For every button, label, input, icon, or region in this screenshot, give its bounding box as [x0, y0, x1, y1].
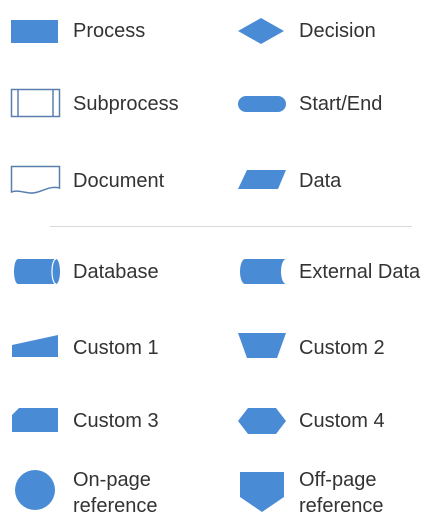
custom-2-icon: [238, 333, 286, 358]
custom-1-icon: [12, 335, 58, 357]
shape-label: Custom 4: [299, 410, 385, 432]
shape-label: On-page reference: [73, 467, 158, 519]
off-page-reference-icon: [240, 472, 284, 512]
shape-label: Off-page reference: [299, 467, 384, 519]
custom-3-icon: [12, 408, 58, 432]
shape-label-line-1: On-page reference: [73, 469, 158, 517]
shape-on-page-reference[interactable]: On-page reference: [10, 466, 200, 520]
shape-label: Database: [73, 261, 159, 283]
shape-label: Process: [73, 20, 146, 42]
shape-label: Document: [73, 170, 165, 192]
shape-start-end[interactable]: Start/End: [236, 87, 426, 121]
shape-decision[interactable]: Decision: [236, 14, 426, 48]
shape-label: Custom 3: [73, 410, 159, 432]
subprocess-icon: [10, 88, 61, 118]
shape-data[interactable]: Data: [236, 163, 426, 201]
document-icon: [10, 165, 61, 194]
shape-custom-1[interactable]: Custom 1: [10, 331, 200, 365]
decision-icon: [238, 18, 284, 44]
shape-label-line-1: Off-page reference: [299, 469, 384, 517]
shape-custom-3[interactable]: Custom 3: [10, 404, 200, 438]
shape-label: Start/End: [299, 93, 383, 115]
process-icon: [11, 20, 58, 43]
shape-subprocess[interactable]: Subprocess: [10, 87, 200, 121]
database-icon: [14, 258, 60, 285]
shape-label: Data: [299, 170, 342, 192]
shape-label: Custom 1: [73, 337, 159, 359]
external-data-icon: [240, 259, 286, 284]
shape-external-data[interactable]: External Data: [236, 255, 436, 289]
shape-label: External Data: [299, 261, 421, 283]
shape-label: Subprocess: [73, 93, 179, 115]
data-icon: [238, 170, 286, 189]
shape-label: Custom 2: [299, 337, 385, 359]
shape-process[interactable]: Process: [10, 14, 180, 48]
shape-document[interactable]: Document: [10, 163, 200, 201]
shape-custom-2[interactable]: Custom 2: [236, 331, 426, 365]
on-page-reference-icon: [15, 470, 55, 510]
shape-database[interactable]: Database: [10, 255, 200, 289]
custom-4-icon: [238, 408, 286, 434]
shape-off-page-reference[interactable]: Off-page reference: [236, 466, 426, 520]
shape-custom-4[interactable]: Custom 4: [236, 404, 426, 438]
shape-label: Decision: [299, 20, 376, 42]
section-divider: [50, 226, 412, 227]
start-end-icon: [238, 96, 286, 112]
